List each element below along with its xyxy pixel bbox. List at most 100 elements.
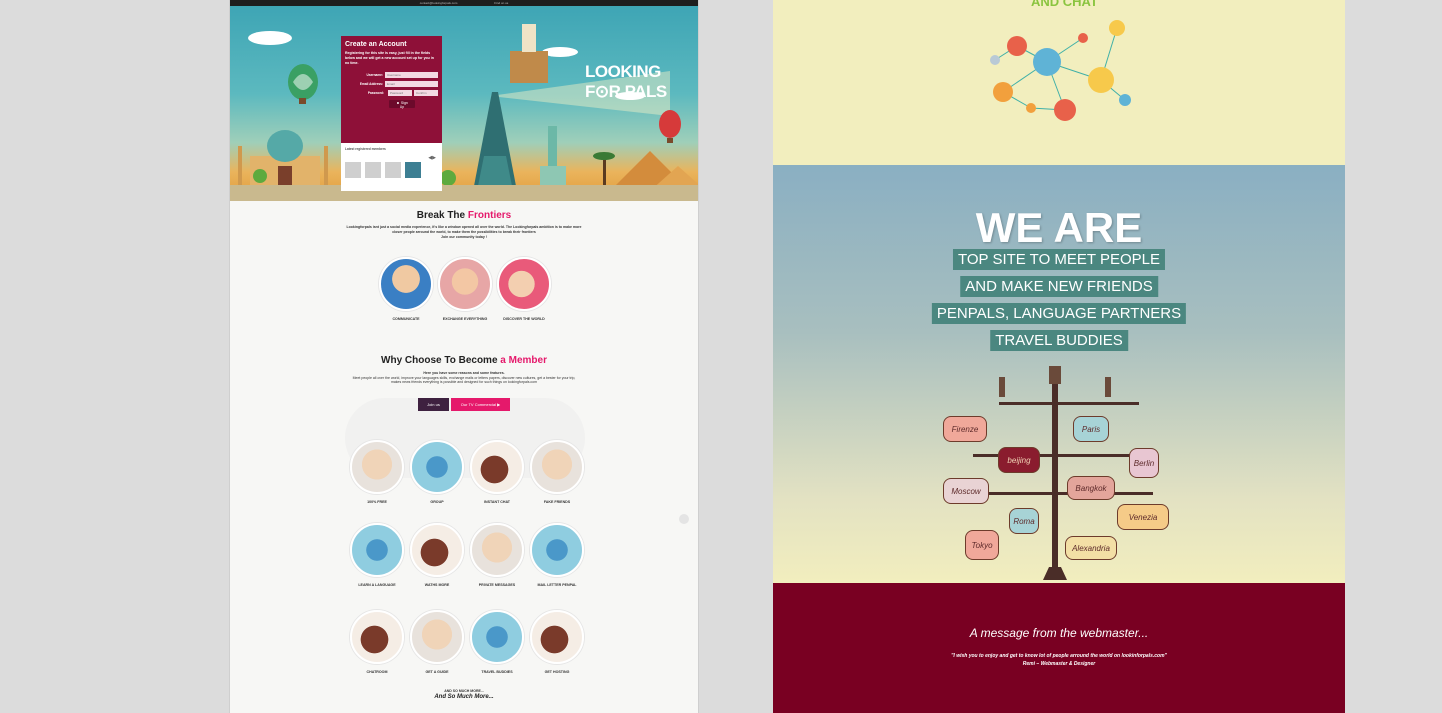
member-sub: Here you have some reasons and some feat… [423,371,505,375]
next-arrow-icon[interactable]: ▶ [432,155,436,161]
ground [230,185,698,201]
contact-email[interactable]: contact@lookingforpals.com [420,1,458,5]
feature-discover[interactable]: DISCOVER THE WORLD [497,257,551,321]
feature-label: MAIL LETTER PENPAL [537,583,577,587]
feature-image [410,523,464,577]
communicate-image [379,257,433,311]
signpost-illustration [963,366,1153,580]
frontiers-section: Break The Frontiers Lookingforpals isnt … [230,210,698,240]
feature-label: PRIVATE MESSAGES [478,583,516,587]
feature-image [530,440,584,494]
signup-button[interactable]: ☻ Sign Up [389,100,415,109]
sign-bangkok: Bangkok [1067,476,1115,500]
tagline-2: AND MAKE NEW FRIENDS [960,276,1158,297]
member-section: Why Choose To Become a Member Here you h… [230,355,698,385]
signup-button-label: Sign Up [399,101,408,109]
signup-intro: Registering for this site is easy, just … [345,51,434,65]
member-avatar[interactable] [365,162,381,178]
feature-label: GET A GUIDE [425,670,449,674]
sign-venezia: Venezia [1117,504,1169,530]
features-row-1: 100% FREE GROUP INSTANT CHAT FAKE FRIEND… [350,440,584,504]
feature-item[interactable]: INSTANT CHAT [470,440,524,504]
sign-alexandria: Alexandria [1065,536,1117,560]
feature-label: EXCHANGE EVERYTHING [442,317,488,321]
feature-item[interactable]: WATHS MORE [410,523,464,587]
feature-label: GROUP [430,500,444,504]
join-us-button[interactable]: Join us [418,398,449,411]
features-row-2: LEARN A LANGUAGE WATHS MORE PRIVATE MESS… [350,523,584,587]
feature-item[interactable]: FAKE FRIENDS [530,440,584,504]
sign-roma: Roma [1009,508,1039,534]
member-title-b: a Member [500,355,547,366]
sign-moscow: Moscow [943,478,989,504]
password-label: Password: [367,91,384,95]
webmaster-section [773,583,1345,713]
frontiers-text: Lookingforpals isnt just a social media … [346,225,582,234]
password-row: Password: [345,90,438,96]
member-avatar[interactable] [405,162,421,178]
signup-form: Create an Account Registering for this s… [341,36,442,160]
members-carousel-arrows[interactable]: ◀▶ [428,155,436,161]
email-input[interactable] [385,81,438,87]
sign-berlin: Berlin [1129,448,1159,478]
confirm-password-input[interactable] [414,90,438,96]
tagline-4: TRAVEL BUDDIES [990,330,1128,351]
feature-label: CHATROOM [366,670,388,674]
username-input[interactable] [385,72,438,78]
join-community-text: Join our community today ! [441,235,487,239]
feature-item[interactable]: MAIL LETTER PENPAL [530,523,584,587]
we-are-heading: WE ARE [975,204,1143,251]
email-label: Email Address: [359,82,383,86]
tv-commercial-label: Our TV Commercial [460,402,497,407]
tagline-1: TOP SITE TO MEET PEOPLE [952,249,1166,270]
feature-communicate[interactable]: COMMUNICATE [379,257,433,321]
frontiers-circles: COMMUNICATE EXCHANGE EVERYTHING DISCOVER… [379,257,551,321]
sign-paris: Paris [1073,416,1109,442]
feature-label: INSTANT CHAT [483,500,511,504]
frontiers-title-b: Frontiers [467,210,512,221]
member-avatar[interactable] [345,162,361,178]
sign-firenze: Firenze [943,416,987,442]
right-page: AND CHAT WE ARE TOP SITE TO MEET PEOPLE … [773,0,1345,713]
email-row: Email Address: [345,81,438,87]
feature-item[interactable]: GET HOSTING [530,610,584,674]
password-input[interactable] [388,90,412,96]
feature-item[interactable]: PRIVATE MESSAGES [470,523,524,587]
find-us-link[interactable]: Find on us [494,1,508,5]
feature-label: GET HOSTING [544,670,570,674]
social-network-illustration [990,20,1131,121]
feature-item[interactable]: TRAVEL BUDDIES [470,610,524,674]
tv-commercial-button[interactable]: Our TV Commercial ▶ [451,398,510,411]
member-title: Why Choose To Become a Member [230,355,698,366]
feature-image [530,610,584,664]
feature-image [530,523,584,577]
feature-label: COMMUNICATE [392,317,420,321]
latest-members-title: Latest registered members [345,147,386,151]
feature-image [470,610,524,664]
member-text: Meet people all over the world, improve … [352,375,576,385]
quote-text: "I wish you to enjoy and get to know lot… [951,653,1167,659]
feature-label: DISCOVER THE WORLD [503,317,545,321]
signup-title: Create an Account [345,41,407,48]
feature-item[interactable]: 100% FREE [350,440,404,504]
feature-item[interactable]: GROUP [410,440,464,504]
feature-item[interactable]: CHATROOM [350,610,404,674]
feature-label: FAKE FRIENDS [543,500,571,504]
sign-beijing: beijing [998,447,1040,473]
feature-label: WATHS MORE [424,583,450,587]
member-avatar[interactable] [385,162,401,178]
feature-exchange[interactable]: EXCHANGE EVERYTHING [438,257,492,321]
feature-image [410,610,464,664]
site-logo[interactable]: LOOKING F⊙R PALS [585,62,698,102]
scroll-to-top-button[interactable] [679,514,689,524]
webmaster-quote: "I wish you to enjoy and get to know lot… [773,652,1345,668]
feature-label: LEARN A LANGUAGE [358,583,396,587]
feature-item[interactable]: LEARN A LANGUAGE [350,523,404,587]
feature-item[interactable]: GET A GUIDE [410,610,464,674]
member-buttons: Join us Our TV Commercial ▶ [418,398,510,411]
video-icon: ▶ [497,402,501,407]
feature-label: 100% FREE [367,500,387,504]
left-page: contact@lookingforpals.com Find on us LO… [230,0,698,713]
feature-image [410,440,464,494]
so-much-more-title: And So Much More... [434,693,494,700]
